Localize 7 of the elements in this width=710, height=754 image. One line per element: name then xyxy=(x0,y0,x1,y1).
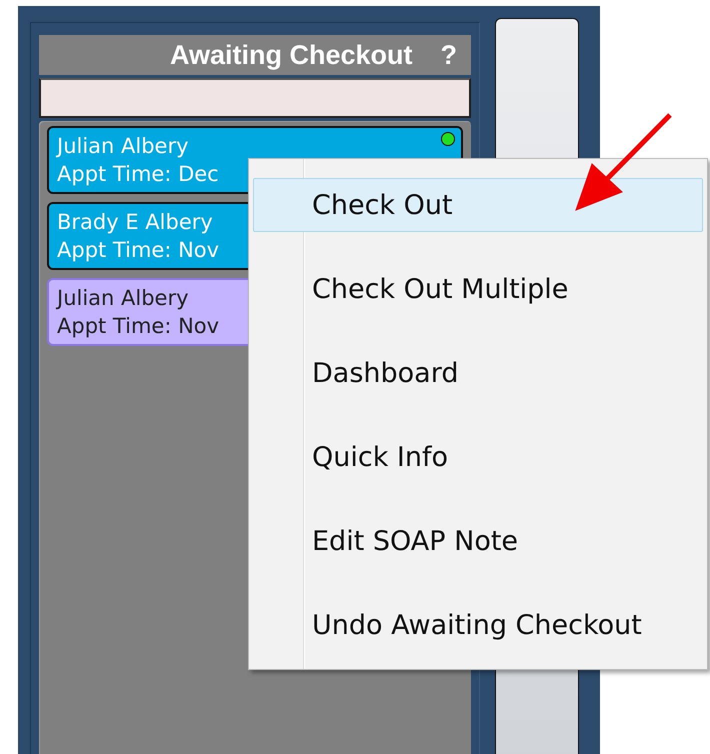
patient-name: Julian Albery xyxy=(57,133,189,160)
appointment-time: Appt Time: Nov xyxy=(57,313,220,340)
appointment-time: Appt Time: Nov xyxy=(57,237,220,264)
patient-name: Brady E Albery xyxy=(57,209,213,236)
panel-title: Awaiting Checkout xyxy=(170,40,412,70)
patient-name: Julian Albery xyxy=(57,285,189,312)
appointment-time: Appt Time: Dec xyxy=(57,161,219,188)
